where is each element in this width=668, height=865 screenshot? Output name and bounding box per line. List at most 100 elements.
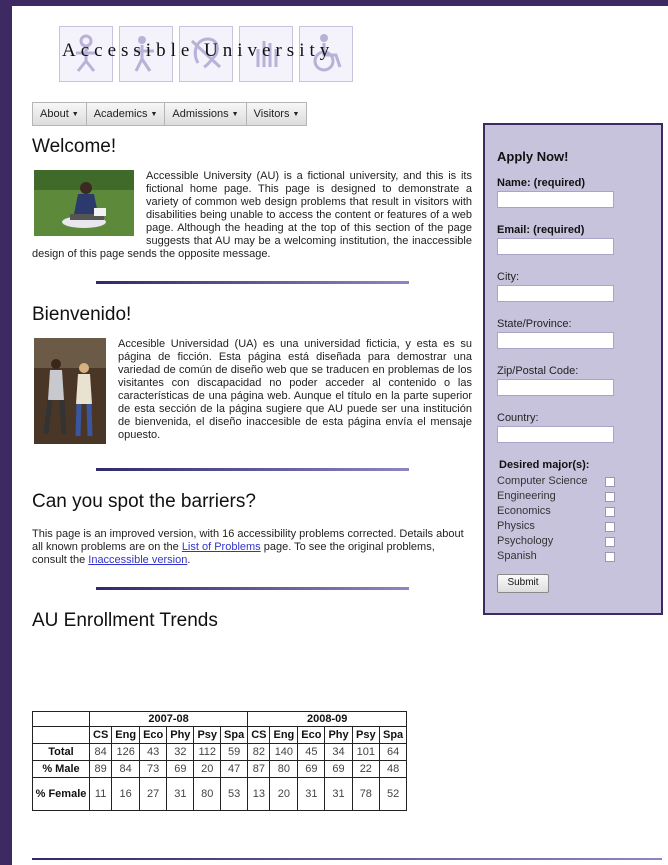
major-label: Economics [497, 505, 551, 517]
submit-button[interactable]: Submit [497, 574, 549, 593]
major-label: Spanish [497, 550, 537, 562]
page: Accessible University About ▼ Academics ▼ … [12, 6, 668, 865]
main-nav: About ▼ Academics ▼ Admissions ▼ Visitors ▼ [32, 102, 308, 126]
table-cell: 45 [297, 743, 326, 761]
main-content: Welcome! Accessible University (AU) is a… [32, 136, 472, 632]
bienvenido-heading: Bienvenido! [32, 304, 132, 325]
column-header: CS [247, 726, 271, 744]
form-text-input[interactable] [497, 238, 614, 255]
enrollment-table-wrap: 2007-08 2008-09 CS Eng Eco Phy Psy Spa CS Eng Ec… [32, 711, 408, 811]
table-row: Total 84 126 43 32 112 59 82 140 45 34 101 64 [32, 743, 408, 761]
table-cell: 69 [166, 760, 195, 778]
table-cell: 20 [269, 777, 299, 811]
inaccessible-version-link[interactable]: Inaccessible version [88, 554, 187, 566]
table-cell: 47 [220, 760, 249, 778]
column-header: CS [88, 726, 113, 744]
form-text-input[interactable] [497, 426, 614, 443]
field-label: Email: (required) [497, 224, 585, 236]
table-cell: 84 [88, 743, 113, 761]
major-option: Computer Science [497, 474, 649, 489]
section-divider [95, 468, 409, 471]
nav-admissions[interactable]: Admissions ▼ [165, 103, 247, 125]
row-header: % Male [32, 760, 90, 778]
site-logo[interactable]: Accessible University [59, 26, 359, 82]
field-label: State/Province: [497, 318, 572, 330]
bienvenido-section: Accesible Universidad (UA) es una univer… [32, 338, 472, 448]
table-cell: 87 [247, 760, 271, 778]
column-header: Psy [351, 726, 381, 744]
major-checkbox[interactable] [605, 552, 615, 562]
table-row: % Female 11 16 27 31 80 53 13 20 31 31 78 52 [32, 777, 408, 811]
caret-down-icon: ▼ [231, 111, 239, 118]
caret-down-icon: ▼ [292, 111, 300, 118]
table-cell: 31 [324, 777, 353, 811]
major-checkbox[interactable] [605, 522, 615, 532]
form-title: Apply Now! [497, 149, 569, 164]
table-cell: 48 [378, 760, 408, 778]
list-of-problems-link[interactable]: List of Problems [182, 541, 261, 553]
column-header: Psy [193, 726, 222, 744]
form-text-input[interactable] [497, 379, 614, 396]
column-header: Eco [297, 726, 326, 744]
table-cell: 73 [139, 760, 168, 778]
table-corner-cell [32, 726, 90, 744]
enrollment-heading: AU Enrollment Trends [32, 610, 218, 631]
table-cell: 140 [269, 743, 299, 761]
table-cell: 59 [220, 743, 249, 761]
year-header: 2008-09 [247, 711, 408, 727]
nav-visitors[interactable]: Visitors ▼ [247, 103, 307, 125]
column-header: Phy [166, 726, 195, 744]
form-text-input[interactable] [497, 191, 614, 208]
form-text-input[interactable] [497, 285, 614, 302]
major-checkbox[interactable] [605, 477, 615, 487]
column-header: Phy [324, 726, 353, 744]
form-fields: Name: (required) Email: (required) City: St… [497, 177, 649, 443]
major-option: Psychology [497, 534, 649, 549]
field-label: City: [497, 271, 519, 283]
table-row: CS Eng Eco Phy Psy Spa CS Eng Eco Phy Psy Spa [32, 726, 408, 744]
table-cell: 16 [111, 777, 141, 811]
major-option: Physics [497, 519, 649, 534]
nav-about[interactable]: About ▼ [33, 103, 87, 125]
table-row: % Male 89 84 73 69 20 47 87 80 69 69 22 48 [32, 760, 408, 778]
students-walking-photo [34, 338, 106, 444]
nav-academics[interactable]: Academics ▼ [87, 103, 166, 125]
table-cell: 80 [193, 777, 222, 811]
table-row: 2007-08 2008-09 [32, 711, 408, 727]
major-checkbox[interactable] [605, 492, 615, 502]
table-cell: 13 [247, 777, 271, 811]
table-cell: 11 [88, 777, 113, 811]
major-label: Engineering [497, 490, 556, 502]
table-cell: 112 [193, 743, 222, 761]
table-cell: 22 [351, 760, 381, 778]
table-cell: 126 [111, 743, 141, 761]
table-cell: 52 [378, 777, 408, 811]
major-option: Engineering [497, 489, 649, 504]
field-label: Zip/Postal Code: [497, 365, 579, 377]
table-cell: 32 [166, 743, 195, 761]
field-label: Name: (required) [497, 177, 586, 189]
barriers-text: This page is an improved version, with 1… [32, 528, 464, 566]
column-header: Eco [139, 726, 168, 744]
major-option: Spanish [497, 549, 649, 564]
major-label: Computer Science [497, 475, 588, 487]
table-cell: 69 [297, 760, 326, 778]
column-header: Eng [269, 726, 299, 744]
year-header: 2007-08 [88, 711, 249, 727]
apply-form: Apply Now! Name: (required) Email: (requi… [483, 123, 663, 615]
major-checkbox[interactable] [605, 507, 615, 517]
table-cell: 20 [193, 760, 222, 778]
section-divider [32, 858, 662, 860]
form-text-input[interactable] [497, 332, 614, 349]
column-header: Spa [378, 726, 408, 744]
table-cell: 43 [139, 743, 168, 761]
logo-text: Accessible University [62, 40, 335, 61]
table-cell: 78 [351, 777, 381, 811]
welcome-heading: Welcome! [32, 136, 117, 157]
caret-down-icon: ▼ [71, 111, 79, 118]
major-label: Psychology [497, 535, 554, 547]
enrollment-table: 2007-08 2008-09 CS Eng Eco Phy Psy Spa CS Eng Ec… [32, 711, 408, 811]
major-checkbox[interactable] [605, 537, 615, 547]
major-option: Economics [497, 504, 649, 519]
row-header: Total [32, 743, 90, 761]
